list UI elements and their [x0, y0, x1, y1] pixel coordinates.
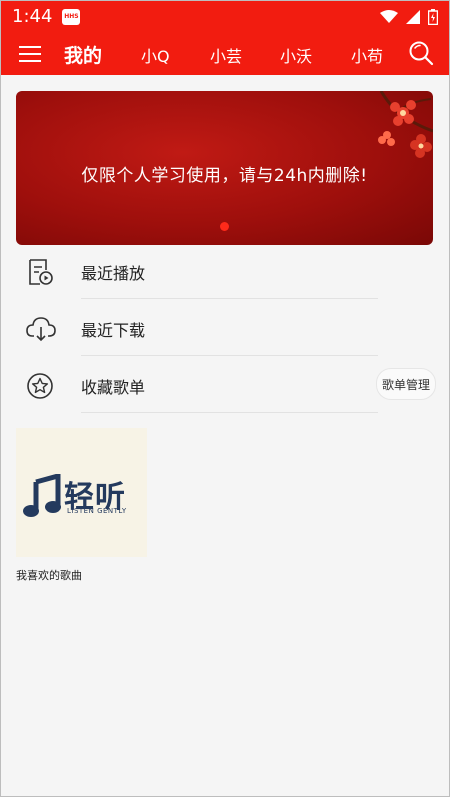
cloud-download-icon: [26, 317, 56, 342]
tab-xiaoq[interactable]: 小Q: [141, 43, 170, 67]
app-badge-text: HHS: [64, 13, 79, 20]
app-bar: 我的 小Q 小芸 小沃 小苟: [0, 33, 450, 75]
status-icons: [380, 8, 438, 25]
tab-xiaogou[interactable]: 小苟: [351, 43, 383, 67]
signal-icon: [406, 9, 420, 24]
recent-play-row[interactable]: 最近播放: [0, 242, 450, 299]
recent-download-label: 最近下载: [81, 321, 146, 340]
divider: [81, 412, 378, 413]
playlist-cover: 轻听 LISTEN GENTLY: [16, 428, 147, 557]
status-time: 1:44: [12, 6, 53, 27]
recent-play-label: 最近播放: [81, 264, 146, 283]
banner-text: 仅限个人学习使用，请与24h内删除!: [81, 166, 368, 186]
recent-download-row[interactable]: 最近下载: [0, 299, 450, 356]
favorite-playlists-label: 收藏歌单: [81, 378, 146, 397]
search-button[interactable]: [408, 40, 434, 70]
playlist-card[interactable]: 轻听 LISTEN GENTLY 我喜欢的歌曲: [16, 428, 147, 583]
menu-button[interactable]: [0, 33, 60, 75]
tab-xiaoyun[interactable]: 小芸: [210, 43, 242, 67]
favorite-playlists-row[interactable]: 收藏歌单 歌单管理: [0, 356, 450, 413]
carousel-indicator-dot: [220, 222, 229, 231]
star-icon: [27, 373, 53, 399]
playlist-name: 我喜欢的歌曲: [16, 569, 82, 582]
music-note-icon: [23, 474, 61, 517]
plum-blossom-decoration: [378, 91, 433, 158]
status-bar: 1:44 HHS: [0, 0, 450, 33]
recent-play-icon: [29, 259, 53, 285]
menu-icon: [19, 46, 41, 62]
tab-xiaowo[interactable]: 小沃: [280, 43, 312, 67]
app-notification-icon: HHS: [62, 8, 81, 25]
playlist-manage-button[interactable]: 歌单管理: [376, 368, 436, 400]
wifi-icon: [380, 9, 398, 23]
search-icon: [409, 41, 434, 66]
tab-mine[interactable]: 我的: [64, 41, 102, 68]
battery-icon: [428, 8, 438, 25]
cover-subtitle: LISTEN GENTLY: [67, 507, 127, 515]
